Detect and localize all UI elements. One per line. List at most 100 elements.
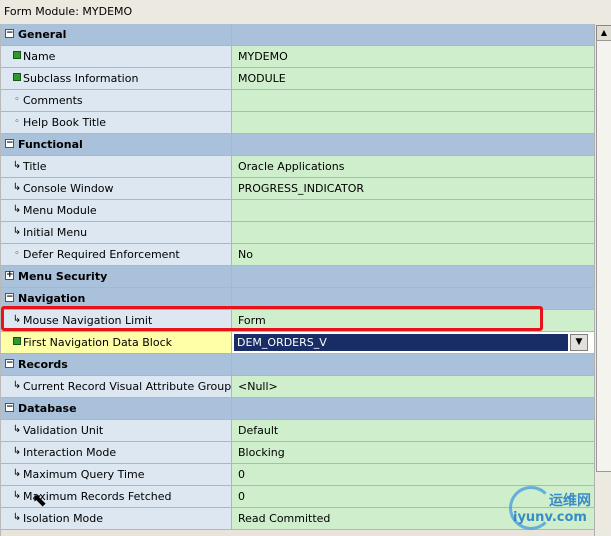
collapse-icon[interactable]: − bbox=[5, 359, 14, 368]
property-value-cell[interactable] bbox=[232, 90, 595, 112]
property-label-cell[interactable]: First Navigation Data Block bbox=[1, 332, 232, 354]
property-value-cell[interactable] bbox=[232, 200, 595, 222]
category-label: Functional bbox=[18, 138, 83, 151]
property-row[interactable]: ◦ Help Book Title bbox=[1, 112, 595, 134]
property-row[interactable]: ↳ Mouse Navigation Limit Form bbox=[1, 310, 595, 332]
property-row[interactable]: ↳ Maximum Query Time 0 bbox=[1, 464, 595, 486]
property-value-cell[interactable]: Default bbox=[232, 420, 595, 442]
category-label: General bbox=[18, 28, 67, 41]
property-value-cell[interactable] bbox=[232, 222, 595, 244]
vertical-scrollbar[interactable]: ▲ bbox=[594, 24, 611, 536]
category-label: Records bbox=[18, 358, 68, 371]
property-label: Name bbox=[23, 50, 56, 63]
inherited-arrow-glyph: ↳ bbox=[12, 204, 22, 215]
default-dot-glyph: ◦ bbox=[14, 95, 20, 105]
inherited-arrow-glyph: ↳ bbox=[12, 380, 22, 391]
category-label-cell[interactable]: − Navigation bbox=[1, 288, 232, 310]
inherited-arrow-icon: ↳ bbox=[11, 159, 23, 173]
property-label-cell[interactable]: Name bbox=[1, 46, 232, 68]
property-value-cell[interactable]: MODULE bbox=[232, 68, 595, 90]
property-label-cell[interactable]: ↳ Title bbox=[1, 156, 232, 178]
property-value: 0 bbox=[238, 490, 245, 503]
inherited-arrow-icon: ↳ bbox=[11, 445, 23, 459]
property-label-cell[interactable]: ↳ Current Record Visual Attribute Group bbox=[1, 376, 232, 398]
dropdown-arrow-button[interactable]: ▼ bbox=[570, 334, 588, 351]
inherited-arrow-icon: ↳ bbox=[11, 203, 23, 217]
property-row[interactable]: ↳ Title Oracle Applications bbox=[1, 156, 595, 178]
property-label: Maximum Query Time bbox=[23, 468, 145, 481]
property-value-cell[interactable]: 0 bbox=[232, 464, 595, 486]
property-value-cell[interactable]: DEM_ORDERS_V ▼ bbox=[232, 332, 595, 354]
collapse-icon[interactable]: − bbox=[5, 293, 14, 302]
collapse-icon[interactable]: − bbox=[5, 29, 14, 38]
category-row[interactable]: − General bbox=[1, 24, 595, 46]
property-value: MODULE bbox=[238, 72, 286, 85]
property-value: Default bbox=[238, 424, 279, 437]
category-value-cell bbox=[232, 354, 595, 376]
default-dot-icon: ◦ bbox=[11, 247, 23, 261]
inherited-arrow-icon: ↳ bbox=[11, 181, 23, 195]
expand-icon[interactable]: + bbox=[5, 271, 14, 280]
property-label-cell[interactable]: ↳ Mouse Navigation Limit bbox=[1, 310, 232, 332]
property-row[interactable]: ◦ Defer Required Enforcement No bbox=[1, 244, 595, 266]
property-row[interactable]: ↳ Validation Unit Default bbox=[1, 420, 595, 442]
property-row[interactable]: ◦ Comments bbox=[1, 90, 595, 112]
property-value-cell[interactable]: Blocking bbox=[232, 442, 595, 464]
property-label-cell[interactable]: ↳ Menu Module bbox=[1, 200, 232, 222]
inherited-arrow-icon: ↳ bbox=[11, 423, 23, 437]
property-label-cell[interactable]: ↳ Validation Unit bbox=[1, 420, 232, 442]
inherited-arrow-glyph: ↳ bbox=[12, 468, 22, 479]
scroll-thumb[interactable] bbox=[596, 40, 611, 472]
property-value: Blocking bbox=[238, 446, 285, 459]
property-row[interactable]: Name MYDEMO bbox=[1, 46, 595, 68]
category-label-cell[interactable]: − Functional bbox=[1, 134, 232, 156]
category-label-cell[interactable]: − Database bbox=[1, 398, 232, 420]
property-value-cell[interactable]: PROGRESS_INDICATOR bbox=[232, 178, 595, 200]
property-label-cell[interactable]: ↳ Console Window bbox=[1, 178, 232, 200]
category-row[interactable]: − Records bbox=[1, 354, 595, 376]
collapse-icon[interactable]: − bbox=[5, 139, 14, 148]
category-label: Menu Security bbox=[18, 270, 108, 283]
category-row[interactable]: + Menu Security bbox=[1, 266, 595, 288]
category-label-cell[interactable]: − General bbox=[1, 24, 232, 46]
inherited-arrow-icon: ↳ bbox=[11, 467, 23, 481]
property-row[interactable]: ↳ Interaction Mode Blocking bbox=[1, 442, 595, 464]
property-row[interactable]: ↳ Current Record Visual Attribute Group <N… bbox=[1, 376, 595, 398]
property-row[interactable]: Subclass Information MODULE bbox=[1, 68, 595, 90]
property-palette-grid: − General Name MYDEMO Subclass Information MO… bbox=[0, 24, 595, 536]
window-title: Form Module: MYDEMO bbox=[4, 5, 133, 18]
property-value-cell[interactable]: No bbox=[232, 244, 595, 266]
property-label: Defer Required Enforcement bbox=[23, 248, 180, 261]
property-value-cell[interactable] bbox=[232, 112, 595, 134]
category-row[interactable]: − Functional bbox=[1, 134, 595, 156]
category-row[interactable]: − Navigation bbox=[1, 288, 595, 310]
property-label-cell[interactable]: ↳ Isolation Mode bbox=[1, 508, 232, 530]
property-value-cell[interactable]: Form bbox=[232, 310, 595, 332]
category-label-cell[interactable]: + Menu Security bbox=[1, 266, 232, 288]
property-label-cell[interactable]: Subclass Information bbox=[1, 68, 232, 90]
property-label-cell[interactable]: ◦ Defer Required Enforcement bbox=[1, 244, 232, 266]
category-value-cell bbox=[232, 266, 595, 288]
property-label: First Navigation Data Block bbox=[23, 336, 172, 349]
property-row[interactable]: ↳ Menu Module bbox=[1, 200, 595, 222]
scroll-up-button[interactable]: ▲ bbox=[596, 25, 611, 41]
property-label-cell[interactable]: ◦ Comments bbox=[1, 90, 232, 112]
default-dot-icon: ◦ bbox=[11, 93, 23, 107]
property-value-cell[interactable]: MYDEMO bbox=[232, 46, 595, 68]
property-label-cell[interactable]: ↳ Initial Menu bbox=[1, 222, 232, 244]
property-label-cell[interactable]: ◦ Help Book Title bbox=[1, 112, 232, 134]
property-row[interactable]: ↳ Initial Menu bbox=[1, 222, 595, 244]
property-label-cell[interactable]: ↳ Interaction Mode bbox=[1, 442, 232, 464]
category-row[interactable]: − Database bbox=[1, 398, 595, 420]
property-value-cell[interactable]: <Null> bbox=[232, 376, 595, 398]
default-dot-icon: ◦ bbox=[11, 115, 23, 129]
property-label-cell[interactable]: ↳ Maximum Query Time bbox=[1, 464, 232, 486]
property-value-cell[interactable]: Oracle Applications bbox=[232, 156, 595, 178]
property-label: Title bbox=[23, 160, 47, 173]
property-row[interactable]: First Navigation Data Block DEM_ORDERS_V ▼ bbox=[1, 332, 595, 354]
property-value: No bbox=[238, 248, 253, 261]
first-navigation-block-select[interactable]: DEM_ORDERS_V bbox=[234, 334, 568, 351]
collapse-icon[interactable]: − bbox=[5, 403, 14, 412]
property-row[interactable]: ↳ Console Window PROGRESS_INDICATOR bbox=[1, 178, 595, 200]
category-label-cell[interactable]: − Records bbox=[1, 354, 232, 376]
